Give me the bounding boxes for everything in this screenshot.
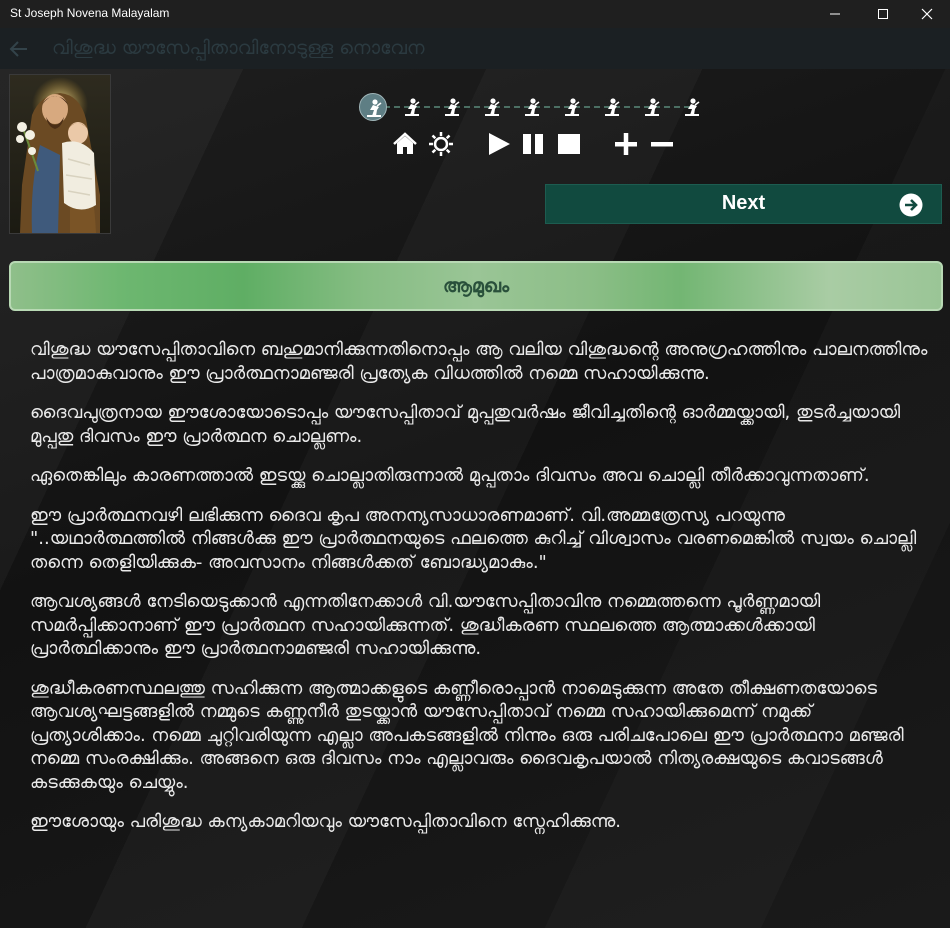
progress-step[interactable]	[562, 97, 584, 119]
title-bar: St Joseph Novena Malayalam	[0, 0, 950, 28]
paragraph: ശുദ്ധീകരണസ്ഥലത്തു സഹിക്കുന്ന ആത്മാക്കളുട…	[30, 677, 904, 793]
stop-icon	[556, 131, 582, 161]
paragraph: ആവശ്യങ്ങൾ നേടിയെടുക്കാൻ എന്നതിനേക്കാൾ വി…	[30, 591, 821, 659]
minimize-button[interactable]	[812, 0, 858, 28]
paragraph: ഈ പ്രാർത്ഥനവഴി ലഭിക്കുന്ന ദൈവ കൃപ അനന്യസ…	[30, 504, 917, 573]
stop-button[interactable]	[554, 131, 584, 161]
navigation-bar: വിശുദ്ധ യൗസേപ്പിതാവിനോടുള്ള നൊവേന	[0, 28, 950, 69]
progress-step[interactable]	[642, 97, 664, 119]
control-toolbar	[390, 131, 690, 161]
progress-step[interactable]	[602, 97, 624, 119]
maximize-icon	[877, 5, 889, 24]
zoom-out-button[interactable]	[647, 131, 677, 161]
zoom-in-button[interactable]	[611, 131, 641, 161]
home-button[interactable]	[390, 131, 420, 161]
page-title: വിശുദ്ധ യൗസേപ്പിതാവിനോടുള്ള നൊവേന	[52, 37, 425, 59]
close-button[interactable]	[904, 0, 950, 28]
section-heading: ആമുഖം	[9, 261, 943, 311]
back-arrow-icon[interactable]	[8, 38, 30, 60]
praying-figure-icon	[642, 98, 662, 121]
progress-step[interactable]	[402, 97, 424, 119]
praying-figure-icon	[402, 98, 422, 121]
close-icon	[921, 5, 933, 24]
saint-joseph-image	[9, 74, 111, 234]
praying-figure-icon	[482, 98, 502, 121]
progress-step[interactable]	[682, 97, 704, 119]
minus-icon	[649, 131, 675, 161]
praying-figure-icon	[522, 98, 542, 121]
progress-step[interactable]	[522, 97, 544, 119]
pause-button[interactable]	[518, 131, 548, 161]
brightness-button[interactable]	[426, 131, 456, 161]
intro-text: വിശുദ്ധ യൗസേപ്പിതാവിനെ ബഹുമാനിക്കുന്നതിന…	[30, 338, 930, 850]
play-icon	[486, 131, 512, 161]
progress-step[interactable]	[442, 97, 464, 119]
next-button-label: Next	[721, 192, 766, 214]
plus-icon	[613, 131, 639, 161]
paragraph: ഈശോയും പരിശുദ്ധ കന്യകാമറിയവും യൗസേപ്പിതാ…	[30, 811, 621, 832]
next-button[interactable]: Next	[545, 184, 942, 224]
minimize-icon	[829, 5, 841, 24]
brightness-icon	[428, 131, 454, 161]
pause-icon	[520, 131, 546, 161]
section-title: ആമുഖം	[442, 275, 510, 297]
content-area: Next ആമുഖം വിശുദ്ധ യൗസേപ്പിതാവിനെ ബഹുമാന…	[0, 69, 950, 928]
progress-step[interactable]	[359, 93, 387, 121]
paragraph: ഏതെങ്കിലും കാരണത്താൽ ഇടയ്ക്കു ചൊല്ലാതിരു…	[30, 465, 870, 486]
paragraph: ദൈവപുത്രനായ ഈശോയോടൊപ്പം യൗസേപ്പിതാവ് മുപ…	[30, 402, 901, 447]
paragraph: വിശുദ്ധ യൗസേപ്പിതാവിനെ ബഹുമാനിക്കുന്നതിന…	[30, 339, 928, 384]
play-button[interactable]	[484, 131, 514, 161]
app-title: St Joseph Novena Malayalam	[10, 6, 170, 20]
praying-figure-icon	[562, 98, 582, 121]
praying-figure-icon	[364, 98, 384, 122]
home-icon	[392, 132, 418, 160]
praying-figure-icon	[602, 98, 622, 121]
arrow-right-circle-icon	[899, 193, 923, 221]
praying-figure-icon	[682, 98, 702, 121]
progress-step[interactable]	[482, 97, 504, 119]
novena-progress	[356, 91, 716, 123]
praying-figure-icon	[442, 98, 462, 121]
maximize-button[interactable]	[860, 0, 906, 28]
